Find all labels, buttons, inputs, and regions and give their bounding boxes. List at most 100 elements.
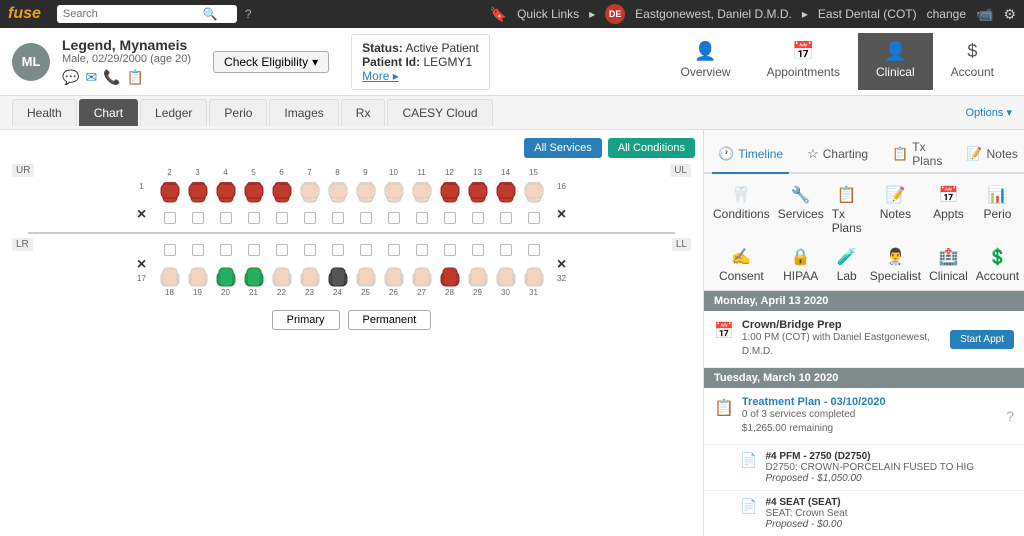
all-services-button[interactable]: All Services: [524, 138, 601, 158]
tooth-6[interactable]: 6: [269, 168, 295, 224]
tooth-5[interactable]: 5: [241, 168, 267, 224]
tab-images[interactable]: Images: [269, 99, 338, 126]
grid-consent[interactable]: ✍Consent: [710, 242, 773, 288]
help-icon[interactable]: ?: [245, 7, 252, 21]
phone-icon[interactable]: 📞: [103, 69, 120, 86]
tooth-checkbox-30[interactable]: [500, 244, 512, 256]
search-bar[interactable]: 🔍: [57, 5, 237, 23]
tooth-14[interactable]: 14: [493, 168, 519, 224]
grid-tx-plans[interactable]: 📋Tx Plans: [829, 180, 865, 240]
tooth-16[interactable]: 16×: [549, 182, 575, 224]
tooth-checkbox-12[interactable]: [444, 212, 456, 224]
tab-perio[interactable]: Perio: [209, 99, 267, 126]
tooth-10[interactable]: 10: [381, 168, 407, 224]
eligibility-button[interactable]: Check Eligibility ▾: [213, 51, 329, 73]
tab-rx[interactable]: Rx: [341, 99, 386, 126]
tooth-checkbox-2[interactable]: [164, 212, 176, 224]
tooth-checkbox-11[interactable]: [416, 212, 428, 224]
tooth-3[interactable]: 3: [185, 168, 211, 224]
tooth-30[interactable]: 30: [493, 242, 519, 298]
email-icon[interactable]: ✉: [85, 69, 97, 86]
grid-appts[interactable]: 📅Appts: [926, 180, 971, 240]
clipboard-icon[interactable]: 📋: [127, 69, 144, 86]
tooth-checkbox-18[interactable]: [164, 244, 176, 256]
tooth-checkbox-6[interactable]: [276, 212, 288, 224]
change-link[interactable]: change: [927, 7, 966, 21]
tooth-27[interactable]: 27: [409, 242, 435, 298]
quick-links[interactable]: Quick Links: [517, 7, 579, 21]
tooth-20[interactable]: 20: [213, 242, 239, 298]
tooth-8[interactable]: 8: [325, 168, 351, 224]
tooth-checkbox-4[interactable]: [220, 212, 232, 224]
right-tab-charting[interactable]: ☆ Charting: [801, 136, 874, 174]
tooth-15[interactable]: 15: [521, 168, 547, 224]
tooth-7[interactable]: 7: [297, 168, 323, 224]
tooth-checkbox-10[interactable]: [388, 212, 400, 224]
tooth-22[interactable]: 22: [269, 242, 295, 298]
tooth-checkbox-9[interactable]: [360, 212, 372, 224]
tooth-18[interactable]: 18: [157, 242, 183, 298]
grid-lab[interactable]: 🧪Lab: [829, 242, 865, 288]
tooth-checkbox-21[interactable]: [248, 244, 260, 256]
grid-perio[interactable]: 📊Perio: [973, 180, 1022, 240]
tooth-1[interactable]: 1×: [129, 182, 155, 224]
tooth-checkbox-15[interactable]: [528, 212, 540, 224]
tooth-checkbox-26[interactable]: [388, 244, 400, 256]
grid-notes[interactable]: 📝Notes: [867, 180, 924, 240]
tooth-checkbox-8[interactable]: [332, 212, 344, 224]
tooth-checkbox-5[interactable]: [248, 212, 260, 224]
tab-health[interactable]: Health: [12, 99, 77, 126]
tooth-31[interactable]: 31: [521, 242, 547, 298]
right-tab-timeline[interactable]: 🕐 Timeline: [712, 136, 789, 174]
tooth-26[interactable]: 26: [381, 242, 407, 298]
tooth-checkbox-23[interactable]: [304, 244, 316, 256]
tooth-checkbox-14[interactable]: [500, 212, 512, 224]
nav-item-appointments[interactable]: 📅 Appointments: [749, 33, 858, 90]
tab-caesy[interactable]: CAESY Cloud: [387, 99, 492, 126]
grid-services[interactable]: 🔧Services: [775, 180, 827, 240]
tooth-checkbox-25[interactable]: [360, 244, 372, 256]
grid-conditions[interactable]: 🦷Conditions: [710, 180, 773, 240]
start-appt-button-1[interactable]: Start Appt: [950, 330, 1014, 349]
tooth-17[interactable]: ×17: [129, 242, 155, 284]
nav-item-overview[interactable]: 👤 Overview: [663, 33, 749, 90]
tooth-checkbox-19[interactable]: [192, 244, 204, 256]
search-input[interactable]: [63, 8, 203, 20]
nav-item-clinical[interactable]: 👤 Clinical: [858, 33, 933, 90]
tooth-2[interactable]: 2: [157, 168, 183, 224]
tooth-checkbox-3[interactable]: [192, 212, 204, 224]
primary-button[interactable]: Primary: [272, 310, 340, 330]
all-conditions-button[interactable]: All Conditions: [608, 138, 695, 158]
tab-chart[interactable]: Chart: [79, 99, 138, 126]
tooth-12[interactable]: 12: [437, 168, 463, 224]
tooth-23[interactable]: 23: [297, 242, 323, 298]
tooth-checkbox-24[interactable]: [332, 244, 344, 256]
tooth-checkbox-7[interactable]: [304, 212, 316, 224]
tooth-11[interactable]: 11: [409, 168, 435, 224]
tooth-29[interactable]: 29: [465, 242, 491, 298]
permanent-button[interactable]: Permanent: [348, 310, 432, 330]
tooth-9[interactable]: 9: [353, 168, 379, 224]
settings-icon[interactable]: ⚙: [1003, 6, 1016, 23]
tooth-21[interactable]: 21: [241, 242, 267, 298]
treatment-plan-badge[interactable]: ?: [1006, 408, 1014, 424]
tooth-13[interactable]: 13: [465, 168, 491, 224]
tooth-28[interactable]: 28: [437, 242, 463, 298]
grid-specialist[interactable]: 👨‍⚕️Specialist: [867, 242, 924, 288]
grid-account[interactable]: 💲Account: [973, 242, 1022, 288]
tooth-25[interactable]: 25: [353, 242, 379, 298]
tab-ledger[interactable]: Ledger: [140, 99, 207, 126]
tooth-checkbox-22[interactable]: [276, 244, 288, 256]
tooth-checkbox-29[interactable]: [472, 244, 484, 256]
tooth-24[interactable]: 24: [325, 242, 351, 298]
video-icon[interactable]: 📹: [976, 6, 993, 23]
tooth-checkbox-31[interactable]: [528, 244, 540, 256]
nav-item-account[interactable]: $ Account: [933, 33, 1012, 90]
grid-hipaa[interactable]: 🔒HIPAA: [775, 242, 827, 288]
treatment-plan-title[interactable]: Treatment Plan - 03/10/2020: [742, 396, 998, 408]
status-more-link[interactable]: More ▸: [362, 69, 399, 83]
tooth-32[interactable]: ×32: [549, 242, 575, 284]
options-button[interactable]: Options ▾: [966, 106, 1013, 119]
tooth-checkbox-13[interactable]: [472, 212, 484, 224]
tooth-19[interactable]: 19: [185, 242, 211, 298]
